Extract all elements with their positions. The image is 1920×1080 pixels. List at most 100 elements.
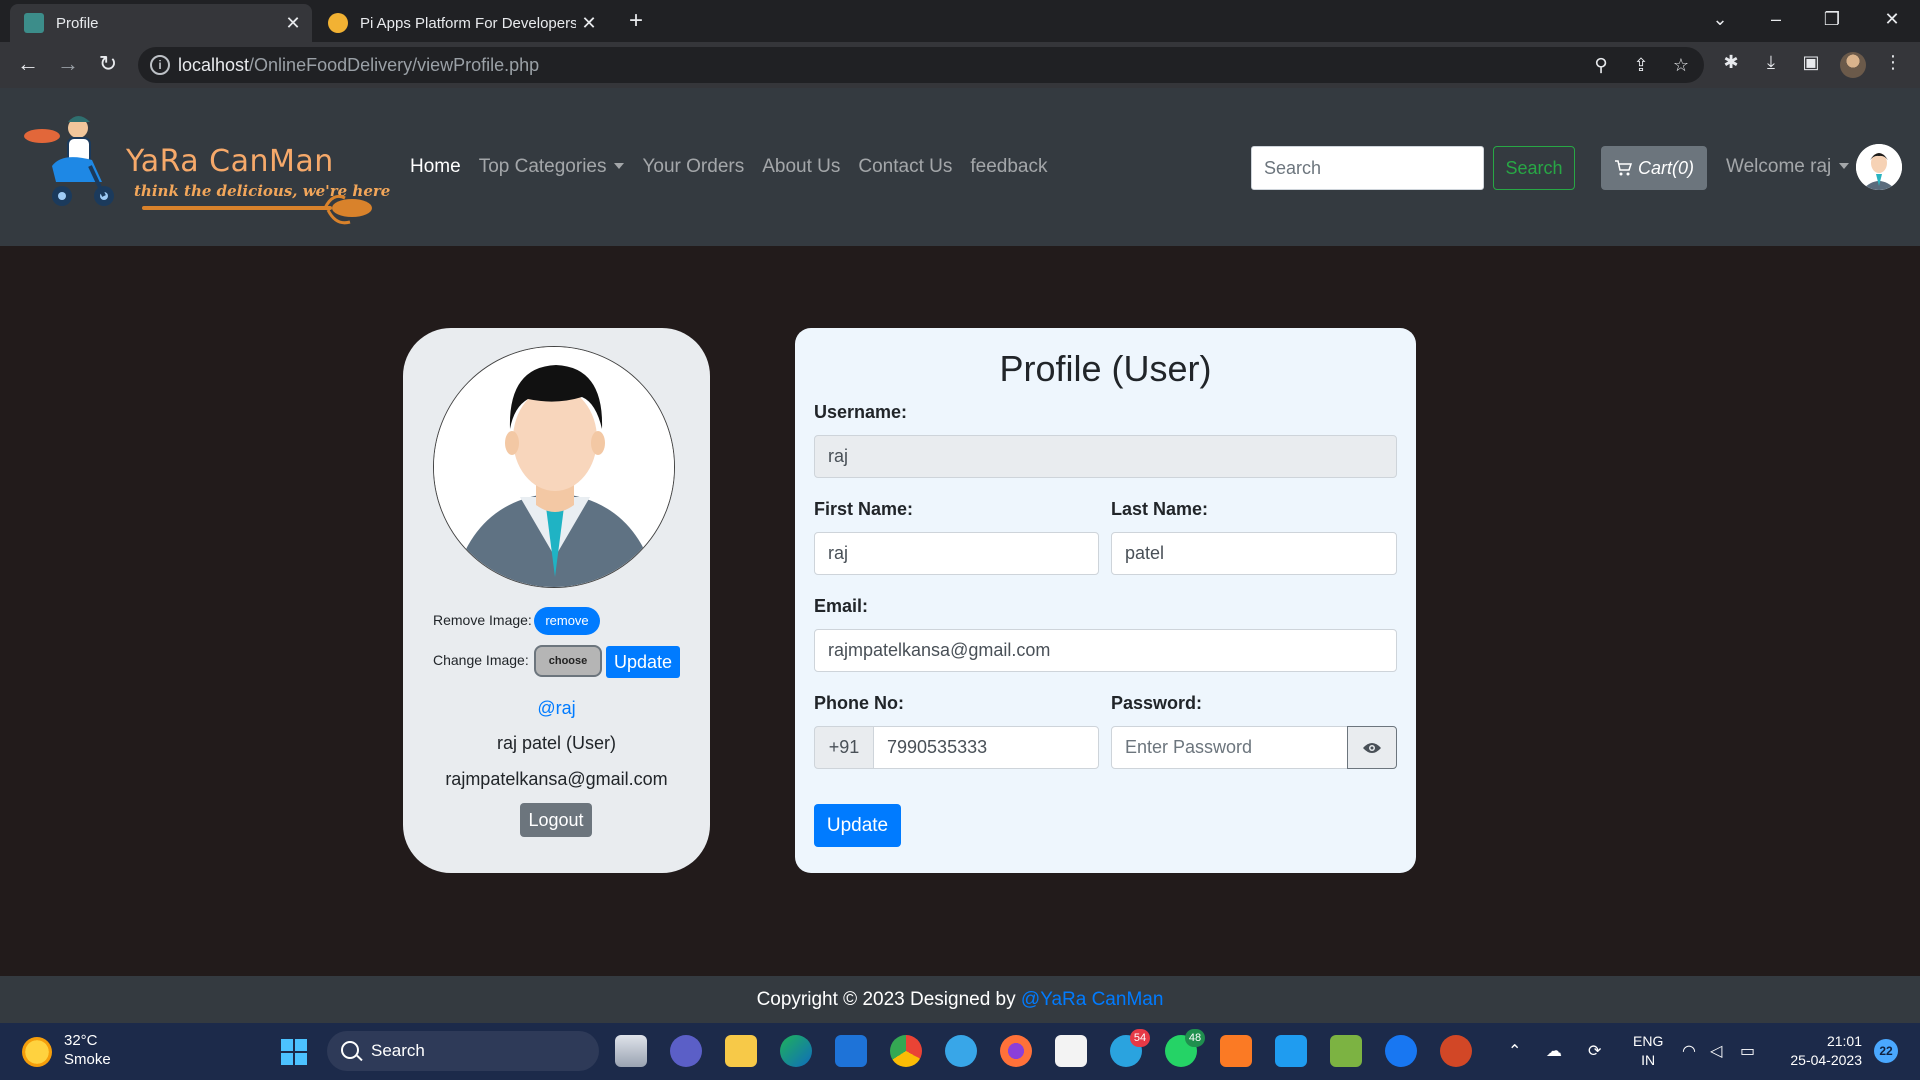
notification-count[interactable]: 22 — [1874, 1039, 1898, 1063]
close-tab-icon[interactable]: ✕ — [576, 13, 602, 34]
side-panel-icon[interactable]: ▣ — [1800, 52, 1822, 74]
edge-browser-icon[interactable] — [780, 1035, 812, 1067]
wifi-icon[interactable]: ◠ — [1682, 1041, 1696, 1061]
teams-chat-icon[interactable] — [670, 1035, 702, 1067]
username-label: Username: — [814, 402, 908, 422]
site-info-icon[interactable]: i — [150, 55, 170, 75]
menu-kebab-icon[interactable]: ⋮ — [1882, 52, 1904, 74]
reload-icon[interactable]: ↻ — [92, 49, 124, 81]
phone-field[interactable] — [873, 726, 1099, 769]
weather-sun-icon[interactable] — [22, 1037, 52, 1067]
username-field[interactable] — [814, 435, 1397, 478]
site-navbar: YaRa CanMan think the delicious, we're h… — [0, 88, 1920, 246]
logout-button[interactable]: Logout — [520, 803, 592, 837]
whatsapp-icon[interactable]: 48 — [1165, 1029, 1205, 1067]
email-label: Email: — [814, 596, 869, 616]
nav-contact-us[interactable]: Contact Us — [858, 156, 952, 178]
change-image-label: Change Image: — [433, 652, 529, 668]
minimize-icon[interactable]: – — [1748, 0, 1804, 38]
language-code: ENG — [1633, 1033, 1664, 1049]
user-avatar[interactable] — [1856, 144, 1902, 190]
site-search-input[interactable] — [1251, 146, 1484, 190]
telegram-icon[interactable]: 54 — [1110, 1029, 1150, 1067]
facebook-icon[interactable] — [1385, 1035, 1417, 1067]
chrome-browser-icon[interactable] — [890, 1035, 922, 1067]
download-icon[interactable]: ⤓ — [1760, 52, 1782, 74]
zoom-icon[interactable]: ⚲ — [1590, 55, 1612, 77]
file-explorer-icon[interactable] — [725, 1035, 757, 1067]
brand-name: YaRa CanMan — [126, 144, 334, 179]
site-logo[interactable]: YaRa CanMan think the delicious, we're h… — [20, 106, 390, 226]
eye-icon — [1363, 742, 1381, 753]
spoon-decoration-icon — [142, 194, 372, 225]
back-icon[interactable]: ← — [12, 49, 44, 81]
profile-form-card: Profile (User) Username: First Name: Las… — [795, 328, 1416, 873]
new-tab-icon[interactable]: + — [622, 8, 650, 36]
mysql-workbench-icon[interactable] — [835, 1035, 867, 1067]
browser-profile-avatar[interactable] — [1840, 52, 1866, 78]
task-view-icon[interactable] — [615, 1035, 647, 1067]
tray-overflow-icon[interactable]: ⌃ — [1508, 1041, 1521, 1061]
close-tab-icon[interactable]: ✕ — [280, 13, 306, 34]
language-indicator[interactable]: ENG IN — [1633, 1032, 1663, 1070]
windows-start-icon[interactable] — [280, 1038, 308, 1066]
email-field[interactable] — [814, 629, 1397, 672]
tab-title: Pi Apps Platform For Developers — [360, 14, 576, 32]
battery-icon[interactable]: ▭ — [1740, 1041, 1755, 1061]
sync-icon[interactable]: ⟳ — [1588, 1041, 1601, 1061]
microsoft-store-icon[interactable] — [1055, 1035, 1087, 1067]
toggle-password-button[interactable] — [1347, 726, 1397, 769]
close-window-icon[interactable]: ✕ — [1864, 0, 1920, 38]
bookmark-star-icon[interactable]: ☆ — [1670, 55, 1692, 77]
restore-icon[interactable]: ❐ — [1804, 0, 1860, 38]
nav-feedback[interactable]: feedback — [970, 156, 1047, 178]
url-text[interactable]: localhost/OnlineFoodDelivery/viewProfile… — [178, 55, 539, 76]
system-clock[interactable]: 21:01 25-04-2023 — [1780, 1032, 1862, 1070]
xampp-icon[interactable] — [1220, 1035, 1252, 1067]
update-image-button[interactable]: Update — [606, 646, 680, 678]
nav-top-categories-label: Top Categories — [478, 156, 607, 177]
nav-about-us[interactable]: About Us — [762, 156, 840, 178]
choose-image-button[interactable]: choose — [534, 645, 602, 677]
cart-button[interactable]: Cart(0) — [1601, 146, 1707, 190]
volume-icon[interactable]: ◁ — [1710, 1041, 1722, 1061]
notepad-icon[interactable] — [1330, 1035, 1362, 1067]
tab-pi-apps[interactable]: Pi Apps Platform For Developers ✕ — [314, 4, 608, 42]
first-name-label: First Name: — [814, 499, 914, 519]
nav-your-orders[interactable]: Your Orders — [642, 156, 744, 178]
cart-label: Cart(0) — [1637, 157, 1694, 178]
cart-icon — [1614, 160, 1632, 176]
site-search-button[interactable]: Search — [1493, 146, 1575, 190]
user-email: rajmpatelkansa@gmail.com — [445, 769, 668, 789]
extensions-icon[interactable]: ✱ — [1720, 52, 1742, 74]
firefox-browser-icon[interactable] — [1000, 1035, 1032, 1067]
whatsapp-badge: 48 — [1185, 1029, 1205, 1047]
tab-title: Profile — [56, 14, 99, 32]
tab-profile[interactable]: Profile ✕ — [10, 4, 312, 42]
weather-description: Smoke — [64, 1051, 111, 1068]
taskbar-search[interactable]: Search — [327, 1031, 599, 1071]
help-app-icon[interactable] — [945, 1035, 977, 1067]
update-profile-button[interactable]: Update — [814, 804, 901, 847]
share-icon[interactable]: ⇪ — [1630, 55, 1652, 77]
address-bar[interactable]: i localhost/OnlineFoodDelivery/viewProfi… — [138, 47, 1704, 83]
first-name-field[interactable] — [814, 532, 1099, 575]
nav-home[interactable]: Home — [410, 156, 461, 178]
forward-icon[interactable]: → — [52, 49, 84, 81]
remove-image-button[interactable]: remove — [534, 607, 600, 635]
nav-top-categories[interactable]: Top Categories — [479, 156, 625, 178]
footer-brand-link[interactable]: @YaRa CanMan — [1021, 989, 1164, 1010]
onedrive-icon[interactable]: ☁ — [1546, 1041, 1562, 1061]
weather-temperature: 32°C — [64, 1032, 98, 1049]
vscode-icon[interactable] — [1275, 1035, 1307, 1067]
browser-toolbar: ← → ↻ i localhost/OnlineFoodDelivery/vie… — [0, 42, 1920, 88]
search-icon — [341, 1041, 359, 1059]
last-name-field[interactable] — [1111, 532, 1397, 575]
welcome-user-dropdown[interactable]: Welcome raj — [1726, 156, 1849, 178]
remove-image-label: Remove Image: — [433, 612, 532, 628]
phone-country-code: +91 — [814, 726, 874, 769]
password-field[interactable] — [1111, 726, 1348, 769]
powerpoint-icon[interactable] — [1440, 1035, 1472, 1067]
tab-search-chevron-icon[interactable]: ⌄ — [1692, 0, 1748, 38]
profile-summary-card: Remove Image: remove Change Image: choos… — [403, 328, 710, 873]
